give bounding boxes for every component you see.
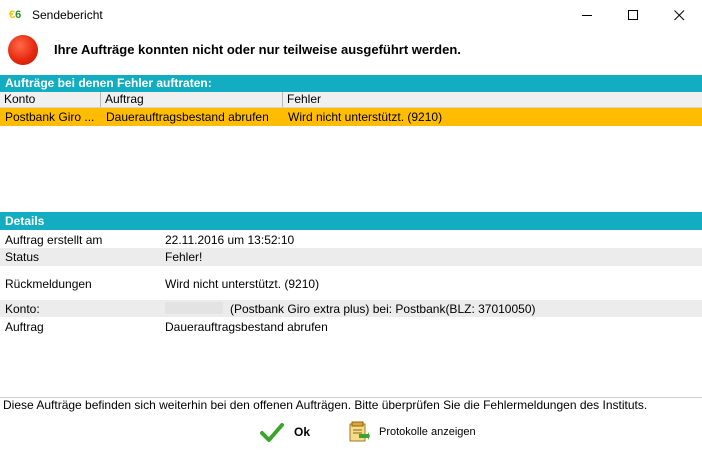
detail-label: Auftrag [5,320,44,334]
column-header-auftrag[interactable]: Auftrag [101,92,283,107]
detail-label: Rückmeldungen [5,277,92,291]
detail-label: Auftrag erstellt am [5,233,103,247]
close-icon [673,9,684,20]
detail-value: Wird nicht unterstützt. (9210) [165,277,320,291]
table-row[interactable]: Postbank Giro ... Dauerauftragsbestand a… [0,108,702,126]
errors-section-header: Aufträge bei denen Fehler auftraten: [0,75,702,92]
ok-button[interactable]: Ok [260,420,310,444]
footer-note: Diese Aufträge befinden sich weiterhin b… [3,398,648,412]
column-header-fehler[interactable]: Fehler [283,92,702,107]
show-protocols-button[interactable]: Protokolle anzeigen [348,419,476,445]
title-bar: €6 Sendebericht [0,0,702,30]
error-message: Ihre Aufträge konnten nicht oder nur tei… [54,42,461,57]
ok-label: Ok [294,425,311,439]
detail-value: 22.11.2016 um 13:52:10 [165,233,295,247]
detail-row-feedback: Rückmeldungen Wird nicht unterstützt. (9… [0,266,702,300]
errors-table-header: Konto Auftrag Fehler [0,92,702,108]
detail-value: Dauerauftragsbestand abrufen [165,320,328,334]
cell-auftrag: Dauerauftragsbestand abrufen [106,110,269,124]
app-logo-icon: €6 [9,9,22,21]
detail-label: Konto: [5,302,40,316]
cell-konto: Postbank Giro ... [5,110,95,124]
minimize-button[interactable] [564,0,610,30]
close-button[interactable] [656,0,702,30]
detail-value: Fehler! [165,250,203,264]
maximize-button[interactable] [610,0,656,30]
detail-row-account: Konto: (Postbank Giro extra plus) bei: P… [0,300,702,317]
detail-value: (Postbank Giro extra plus) bei: Postbank… [230,302,536,316]
window-title: Sendebericht [32,8,103,22]
detail-row-order: Auftrag Dauerauftragsbestand abrufen [0,318,702,335]
minimize-icon [581,14,592,16]
detail-row-created: Auftrag erstellt am 22.11.2016 um 13:52:… [0,231,702,248]
checkmark-icon [260,423,284,442]
details-section-header: Details [0,212,702,230]
protocol-document-icon [349,421,370,442]
column-header-konto[interactable]: Konto [0,92,101,107]
detail-row-status: Status Fehler! [0,248,702,266]
detail-label: Status [5,250,40,264]
show-protocols-label: Protokolle anzeigen [379,426,476,438]
red-error-circle-icon [8,35,38,65]
maximize-icon [627,9,638,20]
redacted-account-number [165,302,223,314]
cell-fehler: Wird nicht unterstützt. (9210) [288,110,443,124]
